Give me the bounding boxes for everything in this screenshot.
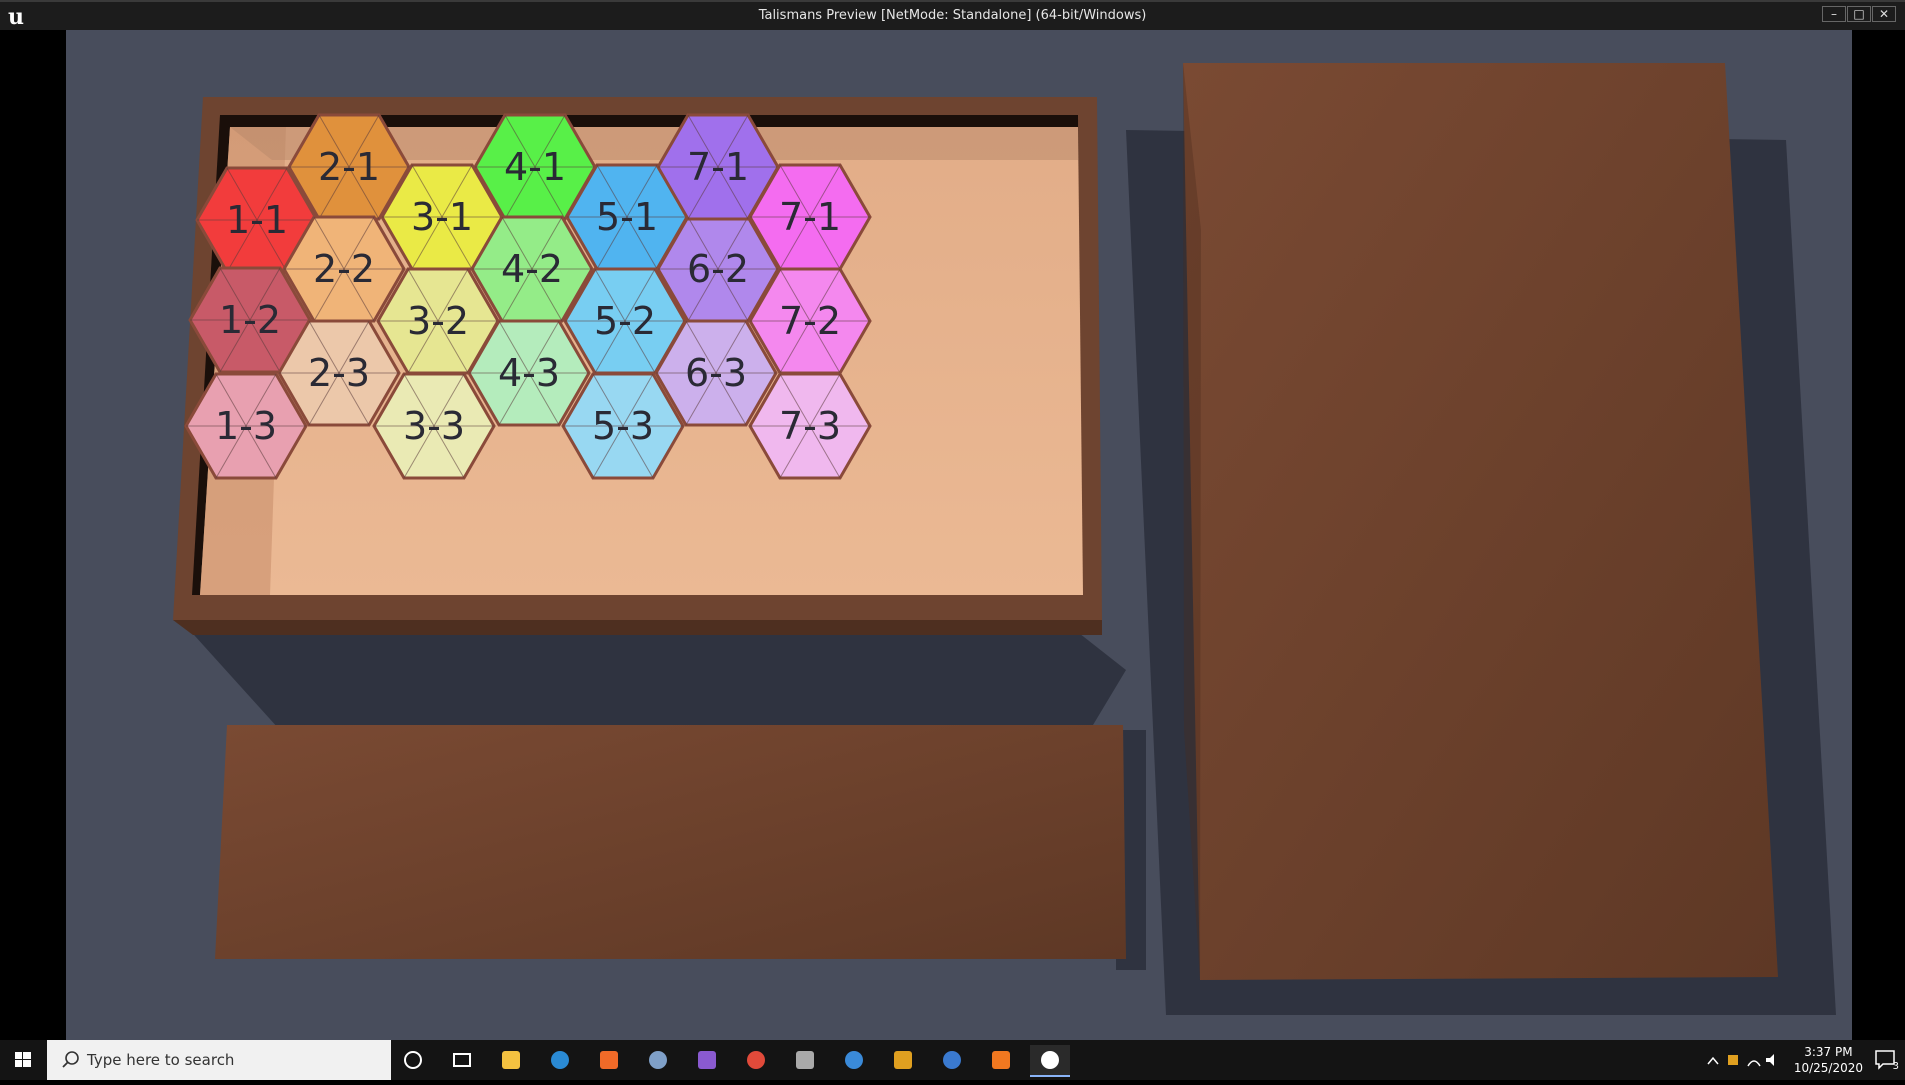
hex-tile-grid: 1-1 1-2 1-3 2-1 2-2 2-3 3-1 3-2 3-3 4-1 4-2 4-3 5-1 5… xyxy=(184,113,872,480)
start-button[interactable] xyxy=(0,1040,46,1080)
taskbar-calculator-button[interactable] xyxy=(638,1045,678,1075)
taskbar-chrome-button[interactable] xyxy=(736,1045,776,1075)
taskbar-task-view-button[interactable] xyxy=(442,1045,482,1075)
game-icon xyxy=(894,1051,912,1069)
task-view-icon xyxy=(453,1053,471,1067)
hex-tile-label: 3-1 xyxy=(411,195,473,239)
system-tray xyxy=(1700,1040,1780,1080)
game-scene[interactable]: 1-1 1-2 1-3 2-1 2-2 2-3 3-1 3-2 3-3 4-1 4-2 4-3 5-1 5… xyxy=(66,30,1852,1040)
hex-tile-label: 5-3 xyxy=(592,404,654,448)
taskbar-steam-button[interactable] xyxy=(834,1045,874,1075)
hex-tile-label: 3-3 xyxy=(403,404,465,448)
taskbar-photos-button[interactable] xyxy=(932,1045,972,1075)
taskbar-game-button[interactable] xyxy=(883,1045,923,1075)
hex-tile-label: 5-2 xyxy=(594,299,656,343)
right-wood-panel[interactable] xyxy=(1183,63,1778,980)
chrome-icon xyxy=(747,1051,765,1069)
hex-tile-label: 7-2 xyxy=(779,299,841,343)
window-titlebar: u Talismans Preview [NetMode: Standalone… xyxy=(0,0,1905,30)
taskbar-blender-button[interactable] xyxy=(981,1045,1021,1075)
visual-studio-icon xyxy=(698,1051,716,1069)
hex-tile-label: 4-3 xyxy=(498,351,560,395)
calculator-icon xyxy=(649,1051,667,1069)
hex-tile-label: 5-1 xyxy=(596,195,658,239)
volume-icon[interactable] xyxy=(1766,1054,1774,1066)
hex-tile-label: 1-1 xyxy=(226,198,288,242)
hex-tile-label: 7-1 xyxy=(687,145,749,189)
taskbar-clock[interactable]: 3:37 PM 10/25/2020 xyxy=(1794,1044,1863,1076)
taskbar-edge-button[interactable] xyxy=(540,1045,580,1075)
game-viewport[interactable]: 1-1 1-2 1-3 2-1 2-2 2-3 3-1 3-2 3-3 4-1 4-2 4-3 5-1 5… xyxy=(0,30,1905,1040)
tray-app-icon[interactable] xyxy=(1728,1055,1738,1065)
taskbar-file-explorer-button[interactable] xyxy=(491,1045,531,1075)
windows-taskbar: Type here to search 3:37 PM 10/25/2020 3 xyxy=(0,1040,1905,1080)
tray-front-edge xyxy=(173,620,1102,635)
taskbar-unreal-engine-button[interactable] xyxy=(1030,1045,1070,1077)
taskbar-firefox-button[interactable] xyxy=(589,1045,629,1075)
taskbar-search-box[interactable]: Type here to search xyxy=(47,1040,391,1080)
search-placeholder: Type here to search xyxy=(87,1051,235,1069)
taskbar-cortana-button[interactable] xyxy=(393,1045,433,1075)
hex-tile-label: 2-2 xyxy=(313,247,375,291)
hex-tile-label: 6-2 xyxy=(687,247,749,291)
hex-tile-label: 1-2 xyxy=(219,298,281,342)
hex-tile-label: 4-2 xyxy=(501,247,563,291)
steam-icon xyxy=(845,1051,863,1069)
bottom-wood-panel[interactable] xyxy=(215,725,1126,959)
hex-tile-label: 6-3 xyxy=(685,351,747,395)
network-icon[interactable] xyxy=(1747,1060,1761,1067)
maximize-button[interactable]: □ xyxy=(1847,6,1871,22)
minimize-button[interactable]: – xyxy=(1822,6,1846,22)
clock-time: 3:37 PM xyxy=(1804,1045,1853,1059)
blender-icon xyxy=(992,1051,1010,1069)
chevron-up-icon[interactable] xyxy=(1707,1056,1719,1065)
hex-tile-label: 4-1 xyxy=(504,145,566,189)
clock-date: 10/25/2020 xyxy=(1793,1061,1863,1075)
hex-tile-label: 1-3 xyxy=(215,404,277,448)
hex-tile-label: 3-2 xyxy=(407,299,469,343)
window-title: Talismans Preview [NetMode: Standalone] … xyxy=(758,8,1147,23)
notification-center-button[interactable]: 3 xyxy=(1873,1048,1899,1072)
cortana-icon xyxy=(404,1051,422,1069)
photos-icon xyxy=(943,1051,961,1069)
terminal-icon xyxy=(796,1051,814,1069)
search-icon xyxy=(62,1051,79,1068)
hex-tile-label: 7-3 xyxy=(779,404,841,448)
hex-tile-label: 7-1 xyxy=(779,195,841,239)
windows-logo-icon xyxy=(15,1052,31,1067)
unreal-engine-icon xyxy=(1041,1051,1059,1069)
edge-icon xyxy=(551,1051,569,1069)
taskbar-visual-studio-button[interactable] xyxy=(687,1045,727,1075)
close-button[interactable]: ✕ xyxy=(1872,6,1896,22)
notification-count: 3 xyxy=(1892,1061,1899,1072)
file-explorer-icon xyxy=(502,1051,520,1069)
hex-tile-label: 2-1 xyxy=(318,145,380,189)
hex-tile-label: 2-3 xyxy=(308,351,370,395)
firefox-icon xyxy=(600,1051,618,1069)
taskbar-terminal-button[interactable] xyxy=(785,1045,825,1075)
